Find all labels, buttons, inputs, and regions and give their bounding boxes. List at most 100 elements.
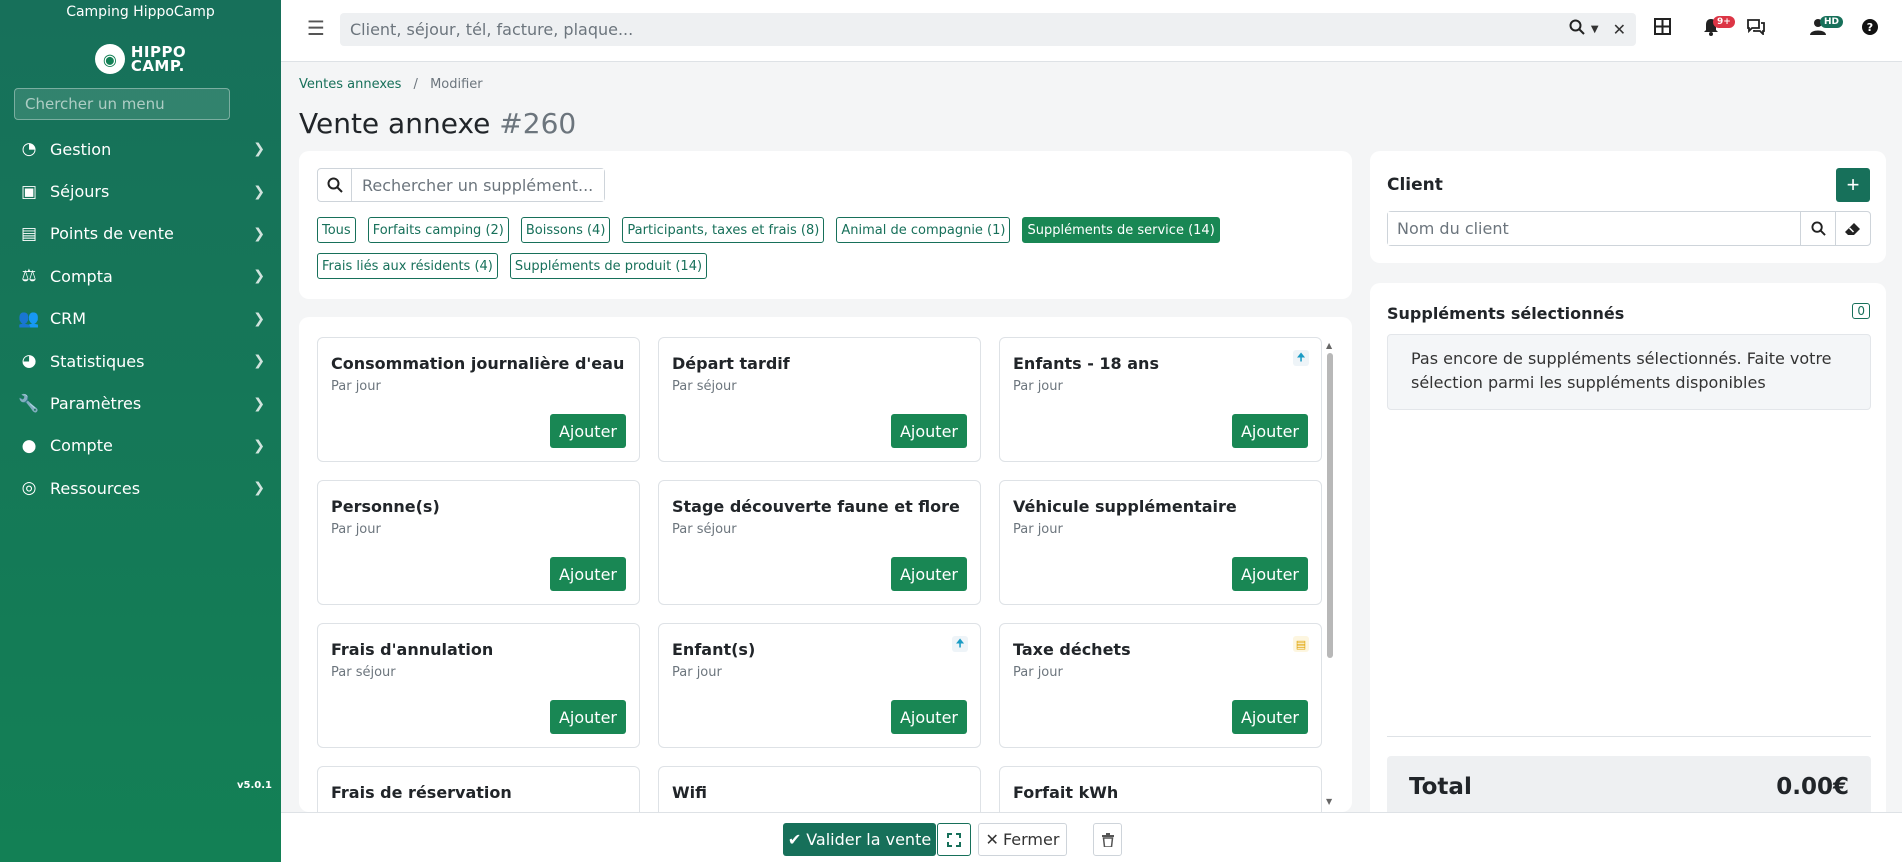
scale-icon: ⚖ xyxy=(21,266,37,287)
product-card: Départ tardif Par séjour Ajouter xyxy=(658,337,981,462)
add-product-button[interactable]: Ajouter xyxy=(1231,414,1308,448)
selected-count-badge: 0 xyxy=(1852,303,1870,319)
sidebar-item-ressources[interactable]: ◎ Ressources ❯ xyxy=(0,467,281,509)
product-name: Consommation journalière d'eau xyxy=(331,354,625,373)
clear-search-icon[interactable]: ✕ xyxy=(1613,20,1626,39)
product-unit: Par jour xyxy=(331,522,381,537)
product-name: Wifi xyxy=(672,783,707,802)
camp-name: Camping HippoCamp xyxy=(66,4,215,20)
sidebar-item-compta[interactable]: ⚖ Compta ❯ xyxy=(0,255,281,297)
global-search-input[interactable] xyxy=(340,13,1569,46)
sidebar-item-séjours[interactable]: ▣ Séjours ❯ xyxy=(0,170,281,212)
product-unit: Par jour xyxy=(1013,665,1063,680)
close-icon: ✕ xyxy=(985,830,999,849)
wrench-icon: 🔧 xyxy=(18,393,40,414)
help-icon[interactable]: ? xyxy=(1862,19,1878,40)
filter-chip[interactable]: Forfaits camping (2) xyxy=(367,217,509,243)
selected-supplements-card: Suppléments sélectionnés 0 Pas encore de… xyxy=(1370,283,1886,862)
sidebar-item-statistiques[interactable]: ◕ Statistiques ❯ xyxy=(0,340,281,382)
filter-chip[interactable]: Tous xyxy=(317,217,356,243)
scroll-down-arrow-icon[interactable]: ▼ xyxy=(1326,797,1332,806)
search-options-caret-icon[interactable]: ▼ xyxy=(1591,24,1599,35)
total-label: Total xyxy=(1409,774,1472,800)
menu-search-input[interactable] xyxy=(14,88,230,120)
sidebar-item-label: Statistiques xyxy=(50,351,145,371)
client-name-input[interactable] xyxy=(1388,212,1800,245)
sidebar-item-label: Séjours xyxy=(50,182,110,202)
add-product-button[interactable]: Ajouter xyxy=(549,557,626,591)
page-title-number: #260 xyxy=(499,107,577,140)
grid-apps-icon[interactable] xyxy=(1654,18,1671,40)
chevron-right-icon: ❯ xyxy=(253,395,265,412)
sidebar-item-compte[interactable]: ● Compte ❯ xyxy=(0,425,281,467)
add-product-button[interactable]: Ajouter xyxy=(1231,700,1308,734)
global-search: ▼ ✕ xyxy=(340,13,1636,46)
validate-sale-button[interactable]: ✔ Valider la vente xyxy=(783,823,936,856)
scrollbar-thumb[interactable] xyxy=(1327,353,1333,658)
sidebar-item-label: Compte xyxy=(50,436,113,456)
product-card: Stage découverte faune et flore Par séjou… xyxy=(658,480,981,605)
trash-icon xyxy=(1101,832,1114,847)
chevron-right-icon: ❯ xyxy=(253,480,265,497)
coins-marker-icon: ▤ xyxy=(1293,636,1309,652)
chevron-right-icon: ❯ xyxy=(253,353,265,370)
divider xyxy=(1387,736,1871,737)
search-client-button[interactable] xyxy=(1800,212,1835,245)
supplement-search xyxy=(317,168,605,202)
sidebar-item-label: Ressources xyxy=(50,478,141,498)
breadcrumb: Ventes annexes / Modifier xyxy=(299,77,483,92)
hamburger-menu-icon[interactable]: ☰ xyxy=(307,16,325,40)
filter-chip[interactable]: Animal de compagnie (1) xyxy=(836,217,1011,243)
breadcrumb-parent-link[interactable]: Ventes annexes xyxy=(299,77,401,92)
delete-button[interactable] xyxy=(1093,823,1122,856)
filter-chip[interactable]: Participants, taxes et frais (8) xyxy=(622,217,825,243)
app-version: v5.0.1 xyxy=(237,780,272,791)
logo[interactable]: ◉ HIPPO CAMP. xyxy=(0,44,281,74)
add-product-button[interactable]: Ajouter xyxy=(890,557,967,591)
page-title-text: Vente annexe xyxy=(299,107,491,140)
add-client-button[interactable]: + xyxy=(1836,168,1870,202)
person-marker-icon: 🠉 xyxy=(952,636,968,652)
person-marker-icon: 🠉 xyxy=(1293,350,1309,366)
chat-icon[interactable] xyxy=(1746,18,1766,40)
sidebar-nav: ◔ Gestion ❯ ▣ Séjours ❯ ▤ Points de vente ❯ ⚖ Comp… xyxy=(0,128,281,510)
sidebar-item-points-de-vente[interactable]: ▤ Points de vente ❯ xyxy=(0,213,281,255)
search-icon[interactable] xyxy=(318,169,352,201)
chevron-right-icon: ❯ xyxy=(253,183,265,200)
topbar: ☰ ▼ ✕ 9+ HD ? xyxy=(281,0,1902,62)
add-product-button[interactable]: Ajouter xyxy=(549,700,626,734)
eraser-icon xyxy=(1845,222,1860,235)
search-icon[interactable] xyxy=(1569,19,1585,40)
logo-text-line2: CAMP. xyxy=(130,57,185,75)
product-card: Enfant(s) Par jour 🠉 Ajouter xyxy=(658,623,981,748)
sidebar: Camping HippoCamp ◉ HIPPO CAMP. ◔ Gestion… xyxy=(0,0,281,862)
filter-chip[interactable]: Suppléments de service (14) xyxy=(1022,217,1220,243)
add-product-button[interactable]: Ajouter xyxy=(549,414,626,448)
products-card: Consommation journalière d'eau Par jour Aj… xyxy=(299,317,1352,812)
product-unit: Par jour xyxy=(672,665,722,680)
total-value: 0.00€ xyxy=(1776,774,1849,800)
client-title: Client xyxy=(1387,175,1443,195)
close-button[interactable]: ✕ Fermer xyxy=(978,823,1067,856)
supplement-search-input[interactable] xyxy=(352,169,604,201)
sidebar-item-label: CRM xyxy=(50,309,87,329)
filter-chip[interactable]: Suppléments de produit (14) xyxy=(509,253,708,279)
lifebuoy-icon: ◎ xyxy=(21,478,37,499)
filter-chip[interactable]: Boissons (4) xyxy=(520,217,611,243)
chevron-right-icon: ❯ xyxy=(253,437,265,454)
products-scrollbar[interactable]: ▲ ▼ xyxy=(1326,341,1334,806)
chevron-right-icon: ❯ xyxy=(253,310,265,327)
product-unit: Par séjour xyxy=(331,665,396,680)
filter-chip[interactable]: Frais liés aux résidents (4) xyxy=(317,253,498,279)
add-product-button[interactable]: Ajouter xyxy=(890,414,967,448)
scroll-up-arrow-icon[interactable]: ▲ xyxy=(1326,341,1332,350)
fullscreen-button[interactable] xyxy=(937,823,971,856)
sidebar-item-crm[interactable]: 👥 CRM ❯ xyxy=(0,298,281,340)
sidebar-item-paramètres[interactable]: 🔧 Paramètres ❯ xyxy=(0,382,281,424)
add-product-button[interactable]: Ajouter xyxy=(1231,557,1308,591)
add-product-button[interactable]: Ajouter xyxy=(890,700,967,734)
bottom-action-bar: ✔ Valider la vente ✕ Fermer xyxy=(281,812,1902,862)
clear-client-button[interactable] xyxy=(1835,212,1870,245)
sidebar-item-gestion[interactable]: ◔ Gestion ❯ xyxy=(0,128,281,170)
sidebar-item-label: Points de vente xyxy=(50,224,174,244)
